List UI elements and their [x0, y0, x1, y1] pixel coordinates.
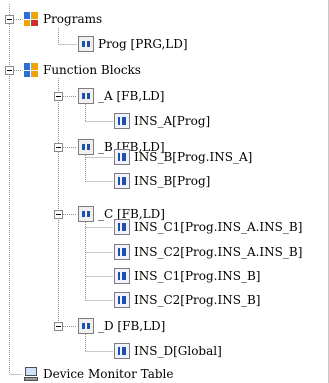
- tree-node-label: Function Blocks: [43, 63, 141, 77]
- tree-node-label: INS_C2[Prog.INS_A.INS_B]: [134, 245, 303, 259]
- collapse-fb-a-toggle[interactable]: [54, 92, 63, 101]
- instance-icon: [114, 149, 130, 165]
- instance-icon: [114, 219, 130, 235]
- tree-node-instance[interactable]: INS_C1[Prog.INS_A.INS_B]: [114, 218, 302, 236]
- tree-node-label: Prog [PRG,LD]: [98, 37, 188, 51]
- tree-node-instance[interactable]: INS_A[Prog]: [114, 112, 210, 130]
- tree-node-label: INS_A[Prog]: [134, 114, 211, 128]
- tree-node-instance[interactable]: INS_B[Prog]: [114, 172, 210, 190]
- function-block-icon: [78, 88, 94, 104]
- collapse-programs-toggle[interactable]: [5, 15, 14, 24]
- tree-node-instance[interactable]: INS_D[Global]: [114, 342, 222, 360]
- tree-node-instance[interactable]: INS_C2[Prog.INS_A.INS_B]: [114, 243, 302, 261]
- function-blocks-folder-icon: [23, 62, 39, 78]
- programs-folder-icon: [23, 11, 39, 27]
- instance-icon: [114, 173, 130, 189]
- project-tree: Programs Prog [PRG,LD] Function Blocks _…: [0, 0, 329, 383]
- function-block-icon: [78, 318, 94, 334]
- tree-node-label: INS_B[Prog]: [134, 174, 211, 188]
- device-monitor-icon: [23, 366, 39, 382]
- tree-node-prog[interactable]: Prog [PRG,LD]: [78, 35, 188, 53]
- collapse-fb-d-toggle[interactable]: [54, 322, 63, 331]
- tree-node-label: INS_C1[Prog.INS_A.INS_B]: [134, 220, 303, 234]
- tree-node-fb-d[interactable]: _D [FB,LD]: [78, 317, 165, 335]
- collapse-function-blocks-toggle[interactable]: [5, 66, 14, 75]
- tree-node-label: Device Monitor Table: [43, 367, 174, 381]
- function-block-icon: [78, 206, 94, 222]
- tree-node-label: INS_C2[Prog.INS_B]: [134, 293, 261, 307]
- tree-node-label: _D [FB,LD]: [98, 319, 166, 333]
- tree-node-label: _A [FB,LD]: [98, 89, 165, 103]
- tree-node-function-blocks[interactable]: Function Blocks: [23, 61, 141, 79]
- tree-node-device-monitor-table[interactable]: Device Monitor Table: [23, 365, 174, 383]
- instance-icon: [114, 343, 130, 359]
- collapse-fb-c-toggle[interactable]: [54, 210, 63, 219]
- tree-node-programs[interactable]: Programs: [23, 10, 102, 28]
- instance-icon: [114, 292, 130, 308]
- instance-icon: [114, 268, 130, 284]
- tree-node-instance[interactable]: INS_C1[Prog.INS_B]: [114, 267, 260, 285]
- tree-node-instance[interactable]: INS_B[Prog.INS_A]: [114, 148, 252, 166]
- tree-node-label: INS_C1[Prog.INS_B]: [134, 269, 261, 283]
- tree-node-label: INS_B[Prog.INS_A]: [134, 150, 253, 164]
- function-block-icon: [78, 139, 94, 155]
- collapse-fb-b-toggle[interactable]: [54, 143, 63, 152]
- tree-node-label: Programs: [43, 12, 103, 26]
- tree-node-label: INS_D[Global]: [134, 344, 222, 358]
- tree-node-instance[interactable]: INS_C2[Prog.INS_B]: [114, 291, 260, 309]
- tree-node-fb-a[interactable]: _A [FB,LD]: [78, 87, 164, 105]
- instance-icon: [114, 113, 130, 129]
- program-icon: [78, 36, 94, 52]
- instance-icon: [114, 244, 130, 260]
